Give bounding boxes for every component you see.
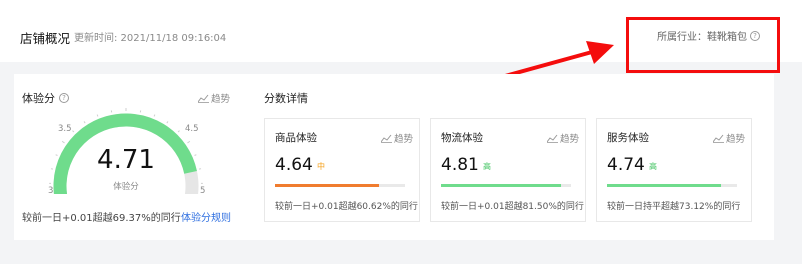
experience-score: 4.71 [97,145,155,175]
experience-title: 体验分 ? [22,90,69,106]
annotation-highlight-box [626,17,780,73]
trend-label: 趋势 [559,134,579,145]
gauge-tick [55,154,58,156]
experience-title-text: 体验分 [22,92,55,105]
card-name: 商品体验 [275,132,317,144]
card-progress-fill [441,184,561,187]
card-level-badge: 高 [649,162,657,171]
gauge-tick-label: 5 [200,186,206,196]
card-level-badge: 中 [317,162,325,171]
gauge-tick [153,114,156,117]
gauge-tick [194,154,197,156]
gauge-tick-label: 3.5 [58,124,72,134]
question-circle-icon[interactable]: ? [59,93,69,103]
score-card-service: 服务体验 趋势 4.74 高 较前一日持平超越73.12%的同行 [596,118,752,222]
gauge-tick-label: 3 [48,186,54,196]
trend-label: 趋势 [725,134,745,145]
gauge-tick [166,121,169,124]
trend-chart-icon [546,134,558,143]
gauge-tick [83,121,86,124]
card-compare-text: 较前一日持平超越73.12%的同行 [607,202,741,212]
trend-label: 趋势 [393,134,413,145]
score-card-product: 商品体验 趋势 4.64 中 较前一日+0.01超越60.62%的同行 [264,118,420,222]
experience-score-caption: 体验分 [113,182,139,192]
card-compare-text: 较前一日+0.01超越60.62%的同行 [275,202,418,212]
gauge-tick [96,114,99,117]
gauge-tick [72,130,75,133]
trend-chart-icon [380,134,392,143]
card-progress-fill [607,184,722,187]
score-details-title: 分数详情 [264,92,308,105]
card-compare-text: 较前一日+0.01超越81.50%的同行 [441,202,584,212]
card-level-badge: 高 [483,162,491,171]
gauge-tick [177,130,180,133]
gauge-tick [61,140,65,144]
card-progress-track [275,184,405,187]
card-score: 4.74 [607,155,645,175]
card-name: 服务体验 [607,132,649,144]
trend-button[interactable]: 趋势 [712,131,745,145]
gauge-tick-label: 4.5 [185,124,199,134]
card-progress-track [607,184,737,187]
card-score: 4.81 [441,155,479,175]
gauge-tick [187,140,191,144]
trend-chart-icon [198,94,209,103]
card-progress-track [441,184,571,187]
card-name: 物流体验 [441,132,483,144]
trend-button[interactable]: 趋势 [546,131,579,145]
trend-label: 趋势 [211,94,231,105]
score-card-logistics: 物流体验 趋势 4.81 高 较前一日+0.01超越81.50%的同行 [430,118,586,222]
score-rules-link[interactable]: 体验分规则 [181,209,231,224]
card-progress-fill [275,184,379,187]
trend-button[interactable]: 趋势 [380,131,413,145]
trend-button[interactable]: 趋势 [198,91,230,105]
card-score: 4.64 [275,155,313,175]
experience-compare-text: 较前一日+0.01超越69.37%的同行 [22,213,181,224]
trend-chart-icon [712,134,724,143]
